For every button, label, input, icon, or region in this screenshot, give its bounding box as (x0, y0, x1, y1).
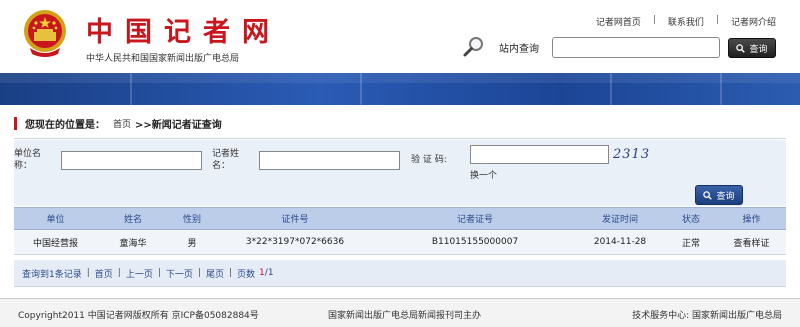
view-sample-link[interactable]: 查看样证 (717, 236, 786, 249)
national-emblem-icon (24, 10, 66, 57)
search-label: 站内查询 (499, 44, 539, 55)
table-cell: B11015155000007 (431, 237, 519, 247)
footer-copyright: Copyright2011 中国记者网版权所有 京ICP备05082884号 (18, 311, 259, 321)
table-cell: 正常 (681, 238, 700, 249)
breadcrumb-home-link[interactable]: 首页 (113, 117, 131, 130)
table-header-row: 单位 姓名 性别 证件号 记者证号 发证时间 状态 操作 (14, 207, 786, 230)
pager-total-pages: /1 (264, 268, 274, 278)
table-cell: 童海华 (119, 238, 147, 249)
table-cell: 2014-11-28 (593, 237, 647, 247)
column-header: 单位 (46, 215, 65, 225)
search-icon (703, 190, 713, 200)
banner-decoration (720, 73, 722, 105)
site-subtitle: 中华人民共和国国家新闻出版广电总局 (86, 54, 240, 64)
site-footer: Copyright2011 中国记者网版权所有 京ICP备05082884号 国… (0, 298, 800, 327)
pager-separator: | (197, 268, 201, 278)
column-header: 操作 (742, 215, 761, 225)
site-search-input[interactable] (552, 37, 720, 58)
pager-first[interactable]: 首页 (95, 267, 113, 280)
results-table: 单位 姓名 性别 证件号 记者证号 发证时间 状态 操作 中国经营报 童海华 男… (14, 207, 786, 255)
banner-highlight (0, 73, 800, 83)
home-link[interactable]: 记者网首页 (596, 15, 641, 28)
unit-input[interactable] (61, 151, 202, 170)
link-separator: | (715, 15, 719, 25)
contact-link[interactable]: 联系我们 (668, 15, 704, 28)
breadcrumb-marker (14, 116, 17, 130)
name-input[interactable] (259, 151, 400, 170)
pager-separator: | (228, 268, 233, 278)
pager-last[interactable]: 尾页 (206, 267, 224, 280)
about-link[interactable]: 记者网介绍 (731, 15, 776, 28)
table-cell: 中国经营报 (32, 238, 78, 249)
table-cell: 男 (187, 238, 197, 249)
banner-decoration (360, 73, 362, 105)
column-header: 证件号 (281, 215, 309, 225)
footer-tech-support: 技术服务中心: 国家新闻出版广电总局 (632, 311, 782, 321)
captcha-image: 2313 (613, 147, 651, 162)
column-header: 发证时间 (601, 215, 638, 225)
table-row: 中国经营报 童海华 男 3*22*3197*072*6636 B11015155… (14, 230, 786, 255)
query-submit-button[interactable]: 查询 (695, 185, 743, 205)
site-search-button-label: 查询 (749, 44, 768, 55)
column-header: 记者证号 (456, 215, 493, 225)
footer-sponsor: 国家新闻出版广电总局新闻报刊司主办 (328, 311, 482, 321)
pager-separator: | (157, 268, 161, 278)
banner-decoration (610, 73, 612, 105)
site-header: 中国记者网 中华人民共和国国家新闻出版广电总局 记者网首页 | 联系我们 | 记… (0, 0, 800, 73)
magnifier-icon (463, 37, 483, 57)
table-cell: 3*22*3197*072*6636 (245, 237, 345, 247)
breadcrumb-divider (14, 138, 786, 139)
pager-separator: | (117, 268, 121, 278)
pager-prev[interactable]: 上一页 (126, 267, 153, 280)
captcha-refresh-link[interactable]: 换一个 (470, 168, 497, 181)
header-banner (0, 73, 800, 105)
captcha-label: 验 证 码: (411, 155, 447, 165)
breadcrumb: 您现在的位置是： 首页 >>新闻记者证查询 (14, 116, 222, 131)
search-icon (736, 43, 746, 53)
breadcrumb-current: >>新闻记者证查询 (135, 119, 222, 131)
site-search-button[interactable]: 查询 (728, 38, 776, 58)
link-separator: | (652, 15, 656, 25)
pager-pages-label: 页数 (237, 269, 256, 280)
pager-separator: | (86, 268, 90, 278)
column-header: 姓名 (123, 215, 142, 225)
query-submit-label: 查询 (716, 191, 735, 202)
banner-decoration (130, 73, 132, 105)
unit-label: 单位名称： (14, 149, 42, 171)
captcha-input[interactable] (470, 145, 609, 164)
site-search: 站内查询 查询 (462, 36, 782, 58)
pager-next[interactable]: 下一页 (166, 267, 193, 280)
pagination: 查询到1条记录 | 首页 | 上一页 | 下一页 | 尾页 | 页数 1 /1 (14, 260, 786, 287)
site-title: 中国记者网 (86, 17, 281, 48)
pager-summary: 查询到1条记录 (22, 269, 82, 280)
query-form: 单位名称： 记者姓名： 验 证 码: 查询 (14, 140, 786, 206)
breadcrumb-label: 您现在的位置是： (25, 119, 105, 131)
column-header: 状态 (681, 215, 700, 225)
name-label: 记者姓名： (212, 149, 240, 171)
column-header: 性别 (182, 215, 201, 225)
top-links: 记者网首页 | 联系我们 | 记者网介绍 (596, 15, 776, 28)
